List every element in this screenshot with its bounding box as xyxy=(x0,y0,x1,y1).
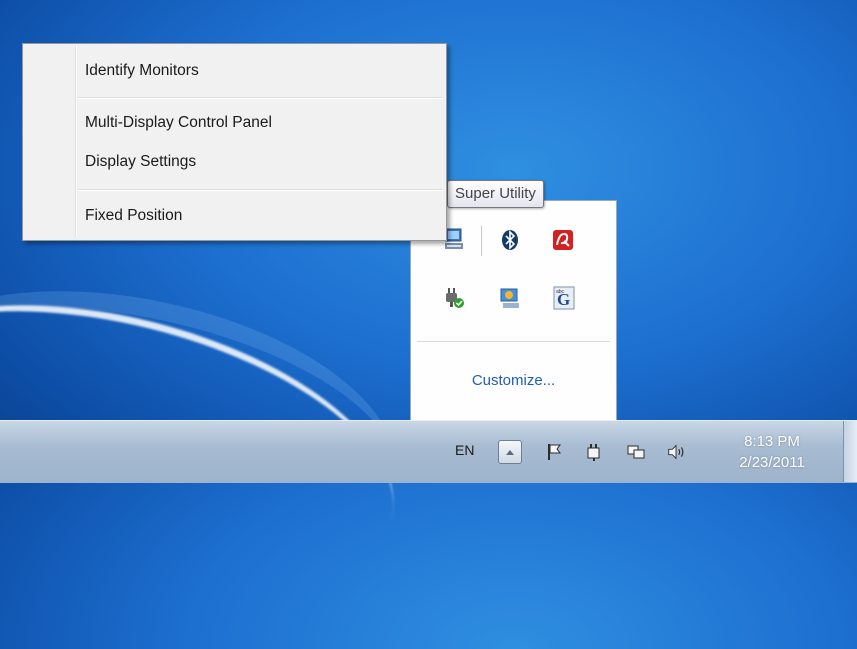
show-desktop-button[interactable] xyxy=(843,421,857,482)
volume-icon[interactable] xyxy=(666,442,686,462)
chevron-up-icon xyxy=(506,450,514,455)
menu-item-fixed-position[interactable]: Fixed Position xyxy=(85,204,202,228)
menu-separator xyxy=(78,97,443,99)
font-g-icon[interactable]: G abc xyxy=(553,286,575,310)
context-menu: Identify Monitors Multi-Display Control … xyxy=(22,43,447,241)
clock-time: 8:13 PM xyxy=(744,433,800,450)
tooltip: Super Utility xyxy=(447,180,544,208)
action-center-flag-icon[interactable] xyxy=(544,442,564,462)
network-globe-icon[interactable] xyxy=(499,287,521,309)
power-plug-check-icon[interactable] xyxy=(443,287,465,309)
menu-item-multi-display-control-panel[interactable]: Multi-Display Control Panel xyxy=(85,111,292,135)
antivirus-icon[interactable] xyxy=(552,229,574,251)
popup-divider xyxy=(417,341,610,342)
network-icon[interactable] xyxy=(626,442,646,462)
menu-separator xyxy=(78,189,443,191)
svg-text:abc: abc xyxy=(556,289,565,295)
customize-link[interactable]: Customize... xyxy=(411,372,616,389)
bluetooth-icon[interactable] xyxy=(499,229,521,251)
show-hidden-icons-button[interactable] xyxy=(498,440,522,464)
menu-item-display-settings[interactable]: Display Settings xyxy=(85,150,216,174)
taskbar-clock[interactable]: 8:13 PM 2/23/2011 xyxy=(722,431,822,473)
menu-item-identify-monitors[interactable]: Identify Monitors xyxy=(85,59,219,83)
menu-gutter xyxy=(75,46,77,238)
icon-separator xyxy=(481,226,482,256)
power-icon[interactable] xyxy=(584,442,604,462)
language-indicator[interactable]: EN xyxy=(455,442,474,458)
clock-date: 2/23/2011 xyxy=(739,454,805,471)
